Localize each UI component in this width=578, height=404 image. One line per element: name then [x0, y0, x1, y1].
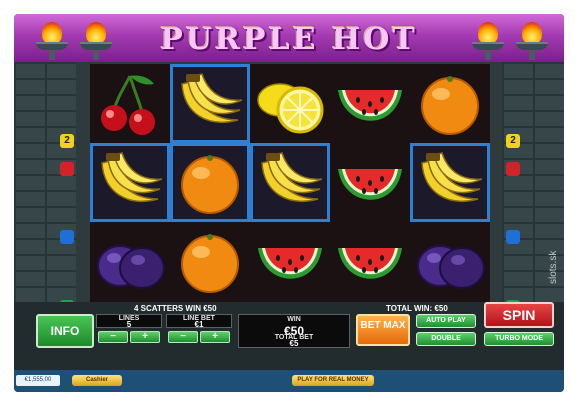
footer-bar: €1,555.00 Cashier PLAY FOR REAL MONEY — [14, 370, 564, 392]
reel-symbol-bananas — [410, 143, 490, 222]
orange-icon — [414, 70, 486, 138]
reel-symbol-orange — [170, 222, 250, 301]
bananas-icon — [174, 70, 246, 138]
bet-max-button[interactable]: BET MAX — [356, 314, 410, 346]
bananas-icon — [414, 149, 486, 217]
reels-grid — [90, 64, 490, 302]
line-bet-increase-button[interactable]: + — [200, 331, 230, 343]
payline-indicator: 2 — [506, 134, 520, 148]
reel-symbol-watermelon — [330, 143, 410, 222]
cherries-icon — [94, 70, 166, 138]
payline-indicator — [60, 230, 74, 244]
reel-symbol-cherries — [90, 64, 170, 143]
payline-indicator — [60, 162, 74, 176]
reel-symbol-watermelon — [330, 64, 410, 143]
bananas-icon — [94, 149, 166, 217]
watermark: slots.sk — [548, 250, 559, 284]
orange-icon — [174, 149, 246, 217]
lemon-icon — [254, 70, 326, 138]
win-display: WIN €50 TOTAL BET €5 — [238, 314, 350, 348]
line-bet-display: LINE BET €1 — [166, 314, 232, 329]
torch-icon — [514, 22, 550, 60]
reel-symbol-plums — [410, 222, 490, 301]
scatter-win-message: 4 SCATTERS WIN €50 — [134, 304, 217, 313]
lines-display: LINES 5 — [96, 314, 162, 329]
lines-increase-button[interactable]: + — [130, 331, 160, 343]
watermelon-icon — [254, 228, 326, 296]
spin-button[interactable]: SPIN — [484, 302, 554, 328]
reel-symbol-orange — [410, 64, 490, 143]
reel-symbol-plums — [90, 222, 170, 301]
play-for-real-money-button[interactable]: PLAY FOR REAL MONEY — [292, 375, 374, 386]
torch-icon — [470, 22, 506, 60]
orange-icon — [174, 228, 246, 296]
balance-display: €1,555.00 — [16, 375, 60, 386]
game-frame: PURPLE HOT 2 2 4 SCATTERS WIN €50 TOTAL … — [14, 14, 564, 392]
line-bet-value: €1 — [194, 320, 204, 329]
left-brick-wall: 2 — [14, 62, 76, 334]
lines-decrease-button[interactable]: − — [98, 331, 128, 343]
watermelon-icon — [334, 228, 406, 296]
reel-symbol-lemon — [250, 64, 330, 143]
reel-symbol-orange — [170, 143, 250, 222]
plums-icon — [414, 228, 486, 296]
plums-icon — [94, 228, 166, 296]
bananas-icon — [254, 149, 326, 217]
auto-play-button[interactable]: AUTO PLAY — [416, 314, 476, 328]
watermelon-icon — [334, 149, 406, 217]
payline-indicator — [506, 230, 520, 244]
win-title: WIN — [287, 316, 301, 323]
turbo-mode-button[interactable]: TURBO MODE — [484, 332, 554, 346]
reel-symbol-watermelon — [250, 222, 330, 301]
reel-symbol-bananas — [90, 143, 170, 222]
payline-indicator: 2 — [60, 134, 74, 148]
total-bet-value: €5 — [289, 339, 299, 348]
payline-indicator — [506, 162, 520, 176]
cashier-button[interactable]: Cashier — [72, 375, 122, 386]
game-header: PURPLE HOT — [14, 14, 564, 62]
total-win-message: TOTAL WIN: €50 — [386, 304, 448, 313]
reel-symbol-bananas — [170, 64, 250, 143]
double-button[interactable]: DOUBLE — [416, 332, 476, 346]
watermelon-icon — [334, 70, 406, 138]
reel-symbol-bananas — [250, 143, 330, 222]
reel-symbol-watermelon — [330, 222, 410, 301]
lines-value: 5 — [126, 320, 132, 329]
line-bet-decrease-button[interactable]: − — [168, 331, 198, 343]
info-button[interactable]: INFO — [36, 314, 94, 348]
